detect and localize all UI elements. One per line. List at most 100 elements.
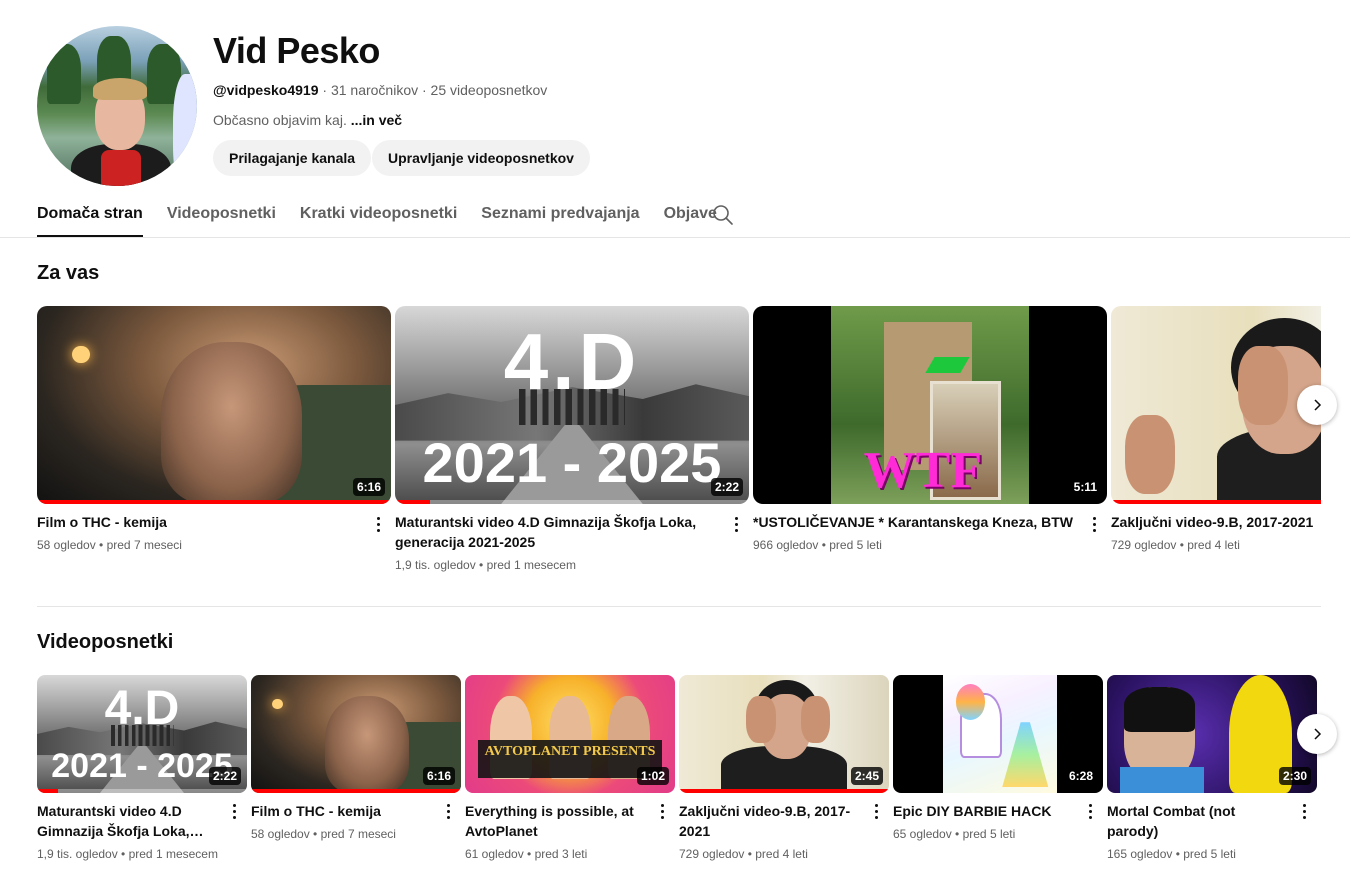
video-duration: 2:22 [710, 478, 743, 496]
video-title[interactable]: Mortal Combat (not parody) [1107, 801, 1317, 841]
video-stats: 165 ogledov • pred 5 leti [1107, 847, 1236, 861]
progress-track [395, 500, 749, 504]
video-card[interactable]: 4.D 2021 - 2025 2:22 Maturantski video 4… [395, 306, 749, 572]
channel-avatar[interactable] [37, 26, 197, 186]
channel-description[interactable]: Občasno objavim kaj. ...in več [213, 112, 402, 128]
more-actions-icon[interactable] [1083, 512, 1107, 536]
thumbnail-overlay-text: 4.D [503, 317, 641, 406]
tab-posts[interactable]: Objave [664, 190, 717, 237]
video-thumbnail[interactable]: 4.D 2021 - 2025 2:22 [395, 306, 749, 504]
video-thumbnail[interactable] [1111, 306, 1321, 504]
video-title[interactable]: Zaključni video-9.B, 2017-2021 [1111, 512, 1321, 532]
section-title-for-you: Za vas [37, 262, 100, 284]
video-thumbnail[interactable]: 2:30 [1107, 675, 1317, 793]
thumbnail-art [746, 696, 776, 744]
video-thumbnail[interactable]: 6:28 [893, 675, 1103, 793]
video-duration: 6:16 [422, 767, 455, 785]
video-title[interactable]: Film o THC - kemija [37, 512, 391, 532]
manage-videos-button[interactable]: Upravljanje videoposnetkov [372, 140, 590, 176]
thumbnail-overlay-text: 2021 - 2025 [422, 431, 722, 494]
more-actions-icon[interactable] [865, 799, 889, 823]
video-card[interactable]: 6:16 Film o THC - kemija 58 ogledov • pr… [251, 675, 461, 841]
subscriber-count: · 31 naročnikov [318, 82, 419, 98]
video-stats: 1,9 tis. ogledov • pred 1 mesecem [395, 558, 576, 572]
channel-tabs: Domača stran Videoposnetki Kratki videop… [37, 190, 741, 238]
thumbnail-art [272, 698, 283, 710]
section-divider [37, 606, 1321, 607]
video-card[interactable]: 2:30 Mortal Combat (not parody) 165 ogle… [1107, 675, 1317, 861]
tab-home[interactable]: Domača stran [37, 190, 143, 237]
more-actions-icon[interactable] [651, 799, 675, 823]
video-card[interactable]: AVTOPLANET PRESENTS 1:02 Everything is p… [465, 675, 675, 861]
video-title[interactable]: Maturantski video 4.D Gimnazija Škofja L… [395, 512, 749, 552]
video-duration: 2:30 [1278, 767, 1311, 785]
thumbnail-art [324, 696, 409, 793]
video-duration: 2:45 [850, 767, 883, 785]
chevron-right-icon [1314, 728, 1322, 740]
thumbnail-overlay-text: 4.D [104, 682, 180, 735]
shelf-next-button[interactable] [1297, 385, 1337, 425]
avatar-friend [173, 74, 197, 186]
video-duration: 1:02 [636, 767, 669, 785]
video-thumbnail[interactable]: 4.D 2021 - 2025 2:22 [37, 675, 247, 793]
video-title[interactable]: Zaključni video-9.B, 2017-2021 [679, 801, 889, 841]
watch-progress [395, 500, 431, 504]
video-card[interactable]: Zaključni video-9.B, 2017-2021 729 ogled… [1111, 306, 1321, 552]
thumbnail-overlay-text: AVTOPLANET PRESENTS [477, 739, 663, 778]
video-stats: 65 ogledov • pred 5 leti [893, 827, 1016, 841]
video-thumbnail[interactable]: AVTOPLANET PRESENTS 1:02 [465, 675, 675, 793]
video-duration: 6:28 [1064, 767, 1097, 785]
video-title[interactable]: Everything is possible, at AvtoPlanet [465, 801, 675, 841]
description-text: Občasno objavim kaj. [213, 112, 347, 128]
customize-channel-button[interactable]: Prilagajanje kanala [213, 140, 372, 176]
video-card[interactable]: WTF 5:11 *USTOLIČEVANJE * Karantanskega … [753, 306, 1107, 552]
video-stats: 729 ogledov • pred 4 leti [1111, 538, 1240, 552]
video-title[interactable]: Film o THC - kemija [251, 801, 461, 821]
video-duration: 6:16 [352, 478, 385, 496]
thumbnail-art [72, 345, 91, 364]
avatar-shirt-accent [101, 150, 141, 186]
more-actions-icon[interactable] [725, 512, 749, 536]
chevron-right-icon [1314, 399, 1322, 411]
video-stats: 58 ogledov • pred 7 meseci [37, 538, 182, 552]
thumbnail-art [1119, 767, 1204, 793]
video-card[interactable]: 6:16 Film o THC - kemija 58 ogledov • pr… [37, 306, 391, 552]
more-actions-icon[interactable] [223, 799, 247, 823]
tabs-divider [0, 237, 1350, 238]
more-link[interactable]: ...in več [347, 112, 402, 128]
shelf-next-button[interactable] [1297, 714, 1337, 754]
thumbnail-art [1123, 686, 1196, 732]
video-duration: 5:11 [1069, 478, 1101, 496]
for-you-shelf: 6:16 Film o THC - kemija 58 ogledov • pr… [37, 306, 1321, 586]
tab-videos[interactable]: Videoposnetki [167, 190, 276, 237]
video-thumbnail[interactable]: 6:16 [251, 675, 461, 793]
video-thumbnail[interactable]: 2:45 [679, 675, 889, 793]
channel-name: Vid Pesko [213, 30, 380, 71]
video-thumbnail[interactable]: 6:16 [37, 306, 391, 504]
watch-progress [1111, 500, 1321, 504]
video-card[interactable]: 4.D 2021 - 2025 2:22 Maturantski video 4… [37, 675, 247, 861]
watch-progress [37, 500, 391, 504]
tab-shorts[interactable]: Kratki videoposnetki [300, 190, 457, 237]
thumbnail-art [160, 341, 303, 504]
watch-progress [251, 789, 461, 793]
video-card[interactable]: 6:28 Epic DIY BARBIE HACK 65 ogledov • p… [893, 675, 1103, 841]
video-stats: 1,9 tis. ogledov • pred 1 mesecem [37, 847, 218, 861]
more-actions-icon[interactable] [367, 512, 391, 536]
more-actions-icon[interactable] [1293, 799, 1317, 823]
thumbnail-art [1125, 414, 1175, 495]
video-title[interactable]: Epic DIY BARBIE HACK [893, 801, 1103, 821]
video-stats: 61 ogledov • pred 3 leti [465, 847, 588, 861]
video-title[interactable]: Maturantski video 4.D Gimnazija Škofja L… [37, 801, 247, 841]
video-title[interactable]: *USTOLIČEVANJE * Karantanskega Kneza, BT… [753, 512, 1107, 532]
channel-handle: @vidpesko4919 [213, 82, 319, 98]
videos-shelf: 4.D 2021 - 2025 2:22 Maturantski video 4… [37, 675, 1327, 885]
more-actions-icon[interactable] [1079, 799, 1103, 823]
search-icon[interactable] [711, 203, 735, 227]
watch-progress [679, 789, 889, 793]
thumbnail-art [956, 684, 986, 720]
video-card[interactable]: 2:45 Zaključni video-9.B, 2017-2021 729 … [679, 675, 889, 861]
video-thumbnail[interactable]: WTF 5:11 [753, 306, 1107, 504]
more-actions-icon[interactable] [437, 799, 461, 823]
tab-playlists[interactable]: Seznami predvajanja [481, 190, 639, 237]
